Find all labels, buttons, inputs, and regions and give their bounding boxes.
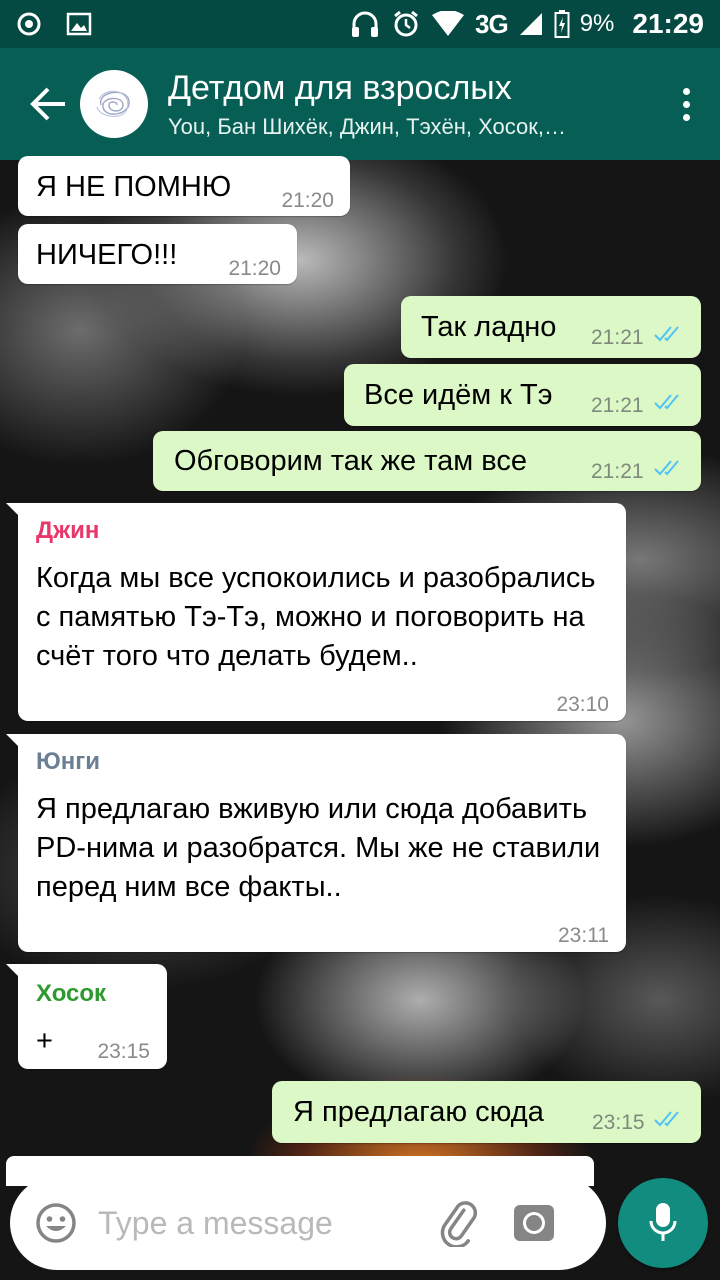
double-check-icon bbox=[654, 326, 679, 342]
message-time: 21:20 bbox=[281, 189, 334, 212]
status-bar: 3G 9% 21:29 bbox=[0, 0, 720, 48]
message-time: 23:15 bbox=[97, 1040, 150, 1063]
scribble-icon bbox=[96, 90, 130, 117]
message-text: Я предлагаю вживую или сюда добавить PD-… bbox=[36, 793, 601, 903]
bubble-tail bbox=[6, 734, 20, 748]
chat-title-block[interactable]: Детдом для взрослых You, Бан Шихёк, Джин… bbox=[168, 69, 638, 140]
message-text: НИЧЕГО!!! bbox=[36, 239, 178, 271]
message-time: 23:10 bbox=[556, 693, 609, 716]
chat-title: Детдом для взрослых bbox=[168, 68, 512, 107]
more-options-button[interactable] bbox=[683, 87, 690, 121]
alarm-icon bbox=[391, 9, 421, 39]
message-bubble-incoming[interactable]: Джин Когда мы все успокоились и разобрал… bbox=[6, 503, 626, 721]
message-bubble-incoming[interactable]: Юнги Я предлагаю вживую или сюда добавит… bbox=[6, 734, 626, 952]
sender-name[interactable]: Хосок bbox=[36, 980, 106, 1008]
message-time: 21:21 bbox=[591, 394, 644, 417]
message-bubble-incoming[interactable]: Я НЕ ПОМНЮ 21:20 bbox=[18, 156, 350, 216]
chat-header: Детдом для взрослых You, Бан Шихёк, Джин… bbox=[0, 48, 720, 160]
notification-dot-icon bbox=[16, 11, 42, 37]
camera-icon[interactable] bbox=[512, 1201, 556, 1245]
message-bubble-outgoing[interactable]: Я предлагаю сюда 23:15 bbox=[272, 1081, 701, 1143]
group-avatar[interactable] bbox=[80, 70, 148, 138]
battery-icon bbox=[554, 9, 570, 39]
clock: 21:29 bbox=[632, 8, 704, 39]
voice-message-button[interactable] bbox=[618, 1178, 708, 1268]
sender-name[interactable]: Джин bbox=[36, 517, 99, 545]
double-check-icon bbox=[654, 1111, 679, 1127]
wifi-icon bbox=[431, 11, 465, 37]
network-type: 3G bbox=[475, 8, 509, 39]
message-time: 23:11 bbox=[558, 924, 609, 947]
paperclip-icon[interactable] bbox=[436, 1199, 484, 1247]
chat-participants: You, Бан Шихёк, Джин, Тэхён, Хосок,… bbox=[168, 113, 567, 139]
message-text: Все идём к Тэ bbox=[364, 379, 553, 411]
message-text: + bbox=[36, 1025, 53, 1057]
message-bubble-incoming[interactable]: Хосок + 23:15 bbox=[6, 964, 167, 1069]
double-check-icon bbox=[654, 460, 679, 476]
double-check-icon bbox=[654, 394, 679, 410]
message-time: 21:20 bbox=[228, 257, 281, 280]
emoji-icon[interactable] bbox=[34, 1201, 78, 1245]
message-bubble-outgoing[interactable]: Обговорим так же там все 21:21 bbox=[153, 431, 701, 491]
message-bubble-incoming[interactable]: НИЧЕГО!!! 21:20 bbox=[18, 224, 297, 284]
message-input[interactable] bbox=[98, 1204, 428, 1242]
battery-percent: 9% bbox=[579, 10, 615, 37]
message-text: Я предлагаю сюда bbox=[293, 1096, 544, 1128]
signal-icon bbox=[518, 11, 544, 37]
back-button[interactable] bbox=[18, 74, 78, 134]
menu-dot-icon bbox=[683, 100, 690, 108]
microphone-icon bbox=[649, 1203, 677, 1241]
message-bubble-outgoing[interactable]: Так ладно 21:21 bbox=[401, 296, 701, 358]
bubble-tail bbox=[6, 503, 20, 517]
headphones-icon bbox=[349, 9, 381, 39]
arrow-left-icon bbox=[30, 87, 65, 121]
image-icon bbox=[66, 12, 92, 36]
message-text: Я НЕ ПОМНЮ bbox=[36, 171, 232, 203]
sender-name[interactable]: Юнги bbox=[36, 748, 100, 776]
message-text: Обговорим так же там все bbox=[174, 445, 527, 477]
bubble-tail bbox=[6, 964, 20, 978]
message-time: 23:15 bbox=[592, 1111, 645, 1134]
message-text: Так ладно bbox=[421, 311, 557, 343]
message-text: Когда мы все успокоились и разобрались с… bbox=[36, 562, 596, 672]
menu-dot-icon bbox=[683, 113, 690, 121]
menu-dot-icon bbox=[683, 87, 690, 95]
message-time: 21:21 bbox=[591, 460, 644, 483]
message-time: 21:21 bbox=[591, 326, 644, 349]
message-composer bbox=[10, 1176, 606, 1270]
message-bubble-outgoing[interactable]: Все идём к Тэ 21:21 bbox=[344, 364, 701, 426]
